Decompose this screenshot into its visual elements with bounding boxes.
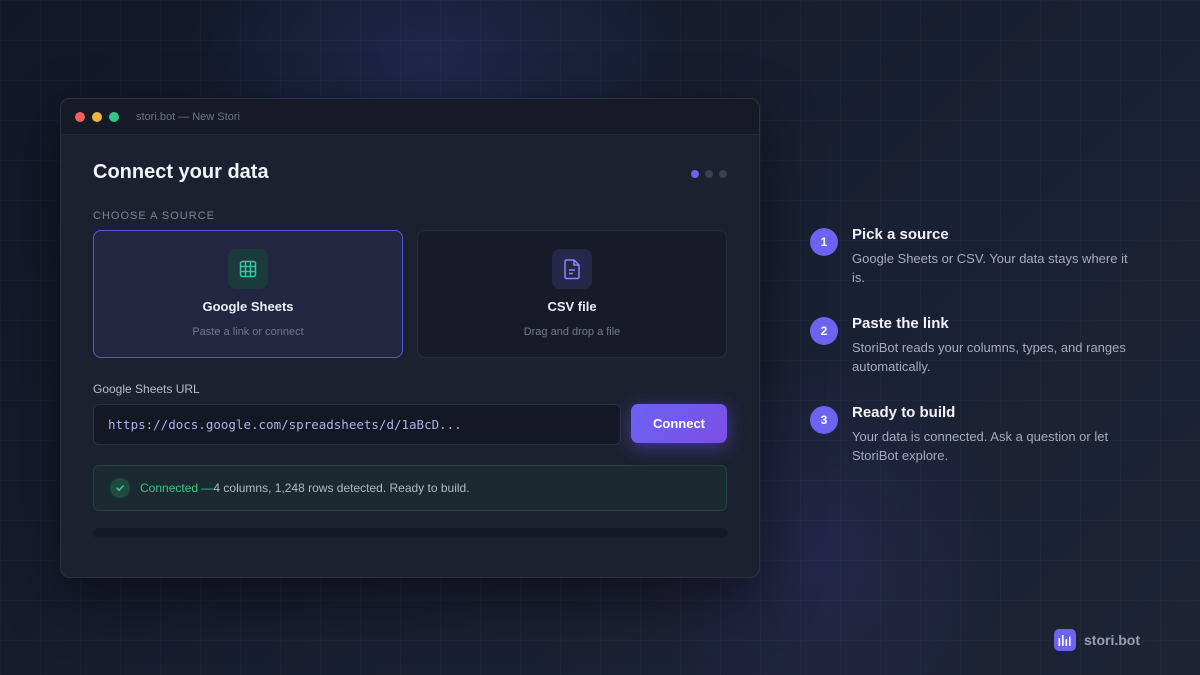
table-grid-icon <box>228 249 268 289</box>
brand-name: stori.bot <box>1084 632 1140 648</box>
url-field-label: Google Sheets URL <box>93 382 200 396</box>
sheets-url-input[interactable] <box>93 404 621 445</box>
step-number-badge: 1 <box>810 228 838 256</box>
guide-step: 3 Ready to build Your data is connected.… <box>810 404 1140 465</box>
guide-step-title: Ready to build <box>852 404 956 421</box>
step-indicator <box>691 170 727 178</box>
guide-step-description: Google Sheets or CSV. Your data stays wh… <box>852 251 1128 285</box>
status-detail-text: 4 columns, 1,248 rows detected. Ready to… <box>213 481 470 495</box>
source-name: Google Sheets <box>202 299 294 314</box>
app-window: stori.bot — New Stori Connect your data … <box>60 98 760 578</box>
connect-button[interactable]: Connect <box>631 404 727 443</box>
guide-step: 2 Paste the link StoriBot reads your col… <box>810 315 1140 376</box>
step-dot-3 <box>719 170 727 178</box>
guide-step-title: Paste the link <box>852 315 949 332</box>
minimize-window-button[interactable] <box>92 111 102 122</box>
step-number-badge: 3 <box>810 406 838 434</box>
maximize-window-button[interactable] <box>109 111 119 122</box>
source-options: Google Sheets Paste a link or connect CS… <box>93 230 727 358</box>
file-icon <box>552 249 592 289</box>
step-dot-2 <box>705 170 713 178</box>
source-section-label: CHOOSE A SOURCE <box>93 210 215 222</box>
steps-guide: 1 Pick a source Google Sheets or CSV. Yo… <box>810 226 1140 493</box>
source-card-google-sheets[interactable]: Google Sheets Paste a link or connect <box>93 230 403 358</box>
check-icon <box>110 478 130 498</box>
title-bar: stori.bot — New Stori <box>61 99 759 135</box>
status-ok-text: Connected — <box>140 481 214 495</box>
page-title: Connect your data <box>93 161 269 183</box>
step-number-badge: 2 <box>810 317 838 345</box>
source-description: Paste a link or connect <box>192 326 304 338</box>
guide-step-description: StoriBot reads your columns, types, and … <box>852 340 1126 374</box>
window-title: stori.bot — New Stori <box>136 110 240 123</box>
url-row: Connect <box>93 404 727 445</box>
source-description: Drag and drop a file <box>523 326 621 338</box>
step-dot-1 <box>691 170 699 178</box>
source-card-csv[interactable]: CSV file Drag and drop a file <box>417 230 727 358</box>
guide-step-description: Your data is connected. Ask a question o… <box>852 429 1109 463</box>
connect-panel: Connect your data CHOOSE A SOURCE Google… <box>61 135 759 538</box>
guide-step-title: Pick a source <box>852 226 949 243</box>
connection-status: Connected — 4 columns, 1,248 rows detect… <box>93 465 727 511</box>
source-name: CSV file <box>547 299 597 314</box>
brand: stori.bot <box>1054 629 1140 651</box>
progress-track <box>93 528 727 538</box>
bar-chart-logo-icon <box>1054 629 1076 651</box>
guide-step: 1 Pick a source Google Sheets or CSV. Yo… <box>810 226 1140 287</box>
close-window-button[interactable] <box>75 111 85 122</box>
